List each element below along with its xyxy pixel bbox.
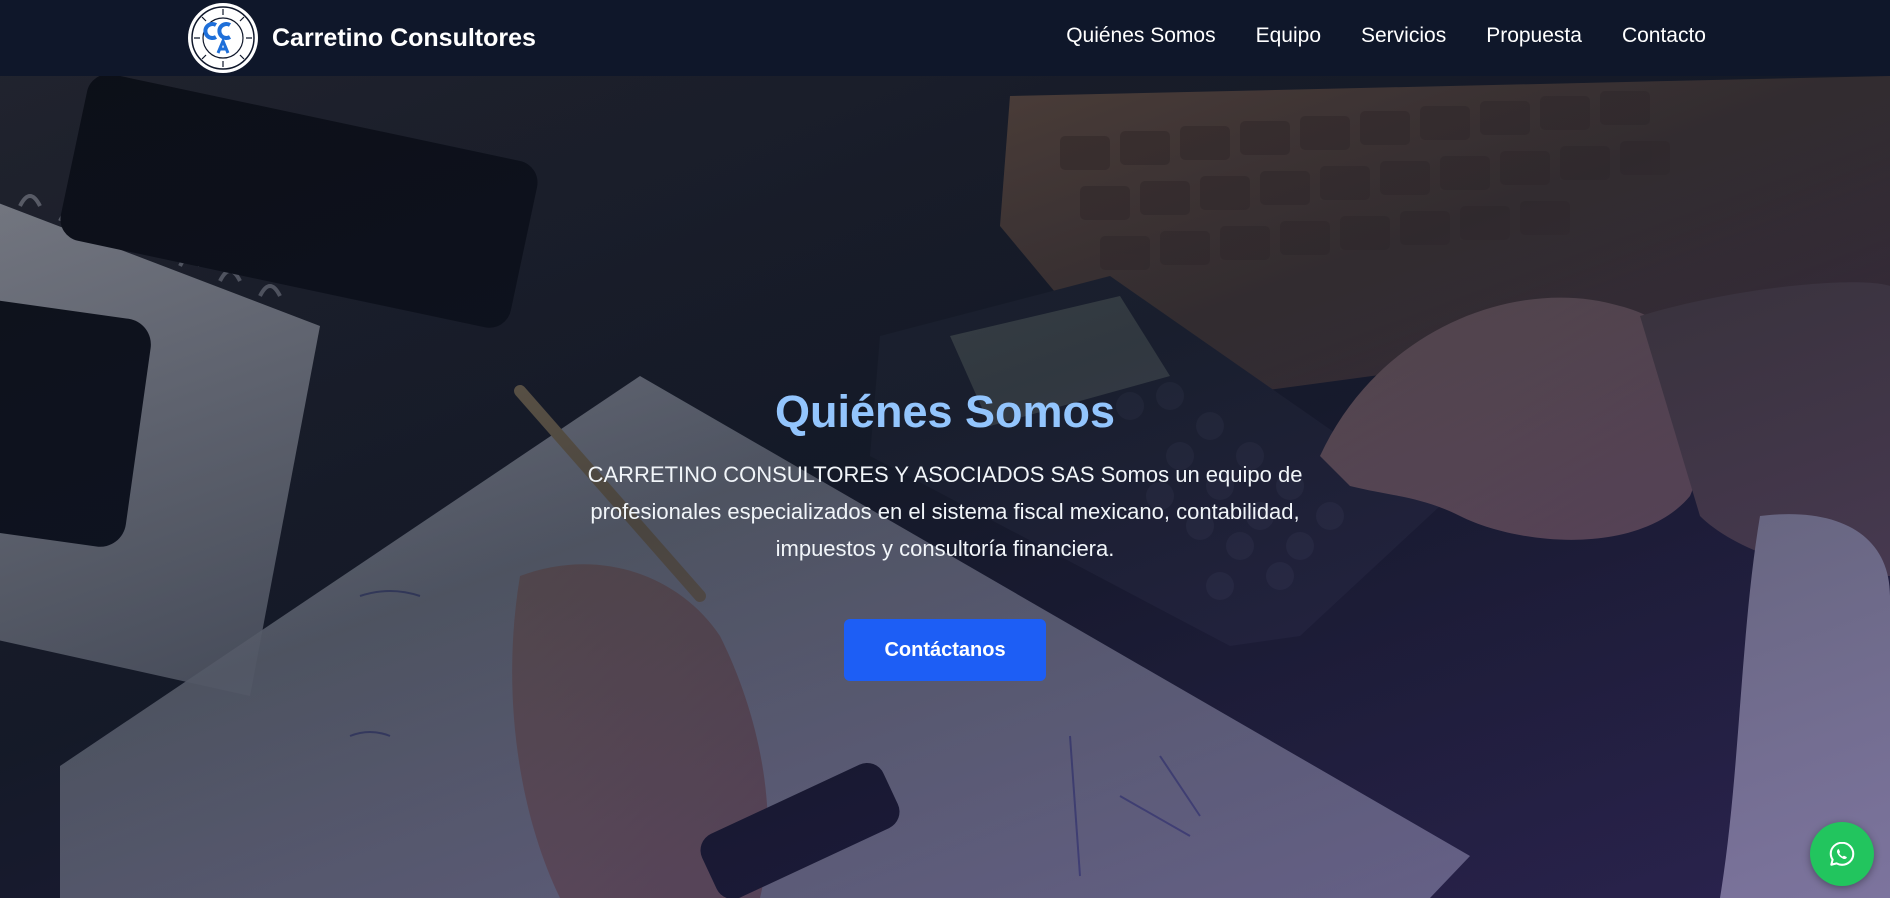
nav-link-quienes-somos[interactable]: Quiénes Somos — [1066, 24, 1215, 48]
navbar: Carretino Consultores Quiénes Somos Equi… — [0, 0, 1890, 76]
hero-content: Quiénes Somos CARRETINO CONSULTORES Y AS… — [545, 386, 1345, 681]
hero-title: Quiénes Somos — [774, 386, 1116, 437]
nav-link-propuesta[interactable]: Propuesta — [1486, 24, 1582, 48]
nav-menu: Quiénes Somos Equipo Servicios Propuesta… — [1026, 0, 1706, 72]
whatsapp-button[interactable] — [1810, 822, 1874, 886]
whatsapp-icon — [1829, 841, 1855, 866]
nav-link-equipo[interactable]: Equipo — [1256, 24, 1321, 48]
brand-link[interactable]: Carretino Consultores — [188, 2, 536, 74]
brand-logo — [188, 3, 258, 73]
hero-section: Quiénes Somos CARRETINO CONSULTORES Y AS… — [0, 76, 1890, 898]
nav-link-contacto[interactable]: Contacto — [1622, 24, 1706, 48]
hero-description: CARRETINO CONSULTORES Y ASOCIADOS SAS So… — [587, 462, 1303, 561]
brand-name: Carretino Consultores — [272, 23, 536, 52]
contact-cta-button[interactable]: Contáctanos — [844, 619, 1046, 681]
nav-link-servicios[interactable]: Servicios — [1361, 24, 1446, 48]
